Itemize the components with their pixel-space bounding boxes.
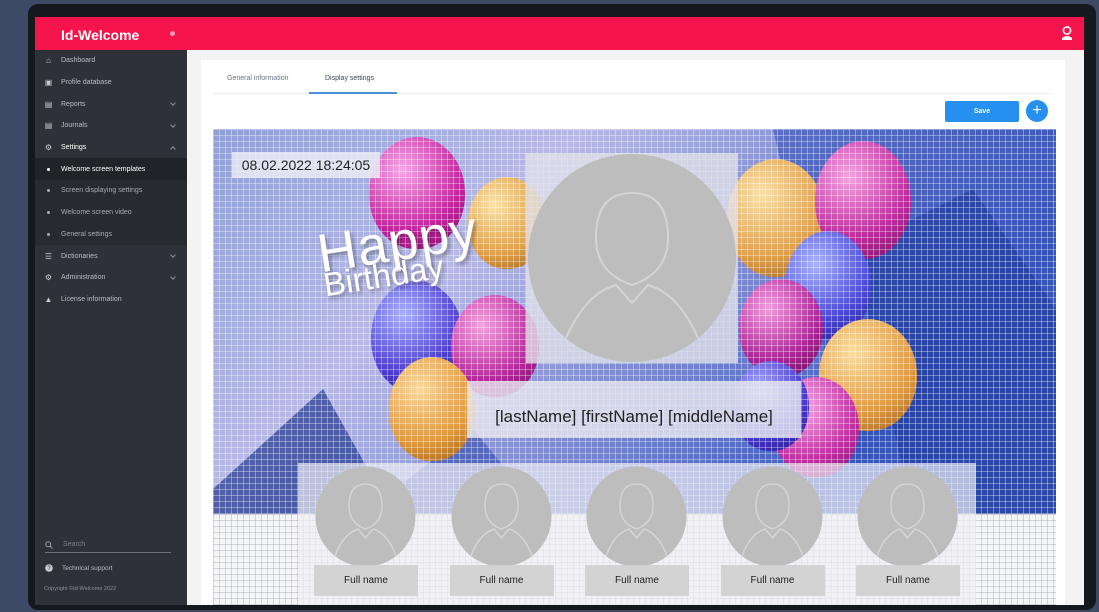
tab-display-settings[interactable]: Display settings: [325, 75, 374, 82]
search-icon: [45, 540, 53, 549]
home-icon: ⌂: [46, 56, 51, 66]
app-window: Id-Welcome ⌂ Dashboard ▣ Profile database ▤ R…: [35, 17, 1084, 605]
bullet-icon: [47, 211, 50, 215]
sidebar-item-journals[interactable]: ▤ Journals: [35, 115, 187, 137]
sidebar: ⌂ Dashboard ▣ Profile database ▤ Reports ▤ Jour…: [35, 50, 187, 605]
sidebar-item-license-information[interactable]: ▲ License information: [35, 289, 187, 311]
thumbnail-name-label[interactable]: Full name: [449, 565, 554, 596]
bullet-icon: [47, 232, 50, 236]
thumbnail-name-label[interactable]: Full name: [856, 565, 960, 596]
sidebar-item-label: Dictionaries: [61, 252, 98, 260]
technical-support-label: Technical support: [62, 564, 113, 572]
sidebar-item-label: Profile database: [61, 79, 112, 87]
tab-bar: General information Display settings: [213, 60, 1053, 94]
main-photo-placeholder[interactable]: [526, 153, 738, 363]
thumbnail-photo-placeholder[interactable]: [857, 466, 958, 567]
license-icon: ▲: [44, 294, 53, 304]
copyright-text: Copyright ©Id-Welcome 2022: [44, 586, 117, 592]
thumbnail-photo-placeholder[interactable]: [586, 466, 687, 567]
sidebar-item-label: License information: [61, 295, 122, 303]
sidebar-subitem-label: Welcome screen video: [61, 209, 132, 217]
thumbnail-photo-placeholder[interactable]: [315, 466, 416, 567]
sidebar-item-reports[interactable]: ▤ Reports: [35, 93, 187, 115]
search-input[interactable]: Search: [45, 537, 171, 553]
sidebar-item-label: Administration: [61, 274, 106, 282]
sidebar-item-administration[interactable]: ⚙ Administration: [35, 267, 187, 289]
template-canvas[interactable]: 08.02.2022 18:24:05 Happy Birthday [last…: [213, 129, 1056, 605]
sidebar-subitem-label: Welcome screen templates: [61, 165, 146, 173]
app-title[interactable]: Id-Welcome: [35, 17, 187, 50]
sidebar-subitem-screen-displaying-settings[interactable]: Screen displaying settings: [35, 180, 187, 202]
document-icon: ▤: [44, 99, 53, 109]
sidebar-toggle-dot-icon[interactable]: [170, 31, 175, 36]
add-button[interactable]: +: [1026, 100, 1048, 122]
nav-list: ⌂ Dashboard ▣ Profile database ▤ Reports ▤ Jour…: [35, 50, 187, 310]
chevron-down-icon: [170, 252, 176, 259]
sidebar-item-label: Dashboard: [61, 57, 96, 65]
bullet-icon: [47, 167, 50, 171]
document-icon: ▤: [44, 121, 53, 131]
thumbnail-photo-placeholder[interactable]: [451, 466, 552, 567]
chevron-down-icon: [170, 100, 176, 107]
bullet-icon: [47, 189, 50, 193]
save-button[interactable]: Save: [945, 101, 1019, 122]
sidebar-item-label: Reports: [61, 100, 86, 108]
chevron-up-icon: [170, 145, 176, 152]
thumbnail-name-label[interactable]: Full name: [585, 565, 689, 596]
thumbnail-name-label[interactable]: Full name: [314, 565, 418, 596]
sidebar-subitem-welcome-screen-video[interactable]: Welcome screen video: [35, 201, 187, 224]
sidebar-subitem-welcome-screen-templates[interactable]: Welcome screen templates: [35, 158, 187, 181]
chevron-down-icon: [170, 122, 176, 128]
help-icon: ?: [45, 564, 53, 572]
active-tab-indicator: [309, 92, 397, 94]
sidebar-item-dictionaries[interactable]: ☰ Dictionaries: [35, 245, 187, 267]
gear-icon: ⚙: [44, 143, 53, 153]
datetime-widget[interactable]: 08.02.2022 18:24:05: [232, 152, 380, 178]
search-placeholder: Search: [63, 541, 86, 548]
gear-icon: ⚙: [44, 273, 53, 283]
user-icon[interactable]: [1060, 26, 1074, 41]
technical-support-link[interactable]: ? Technical support: [45, 564, 113, 572]
thumbnail-name-label[interactable]: Full name: [720, 565, 825, 596]
main-content: General information Display settings Sav…: [201, 60, 1065, 605]
balloon-decoration: [389, 357, 475, 461]
full-name-widget[interactable]: [lastName] [firstName] [middleName]: [467, 381, 801, 438]
sidebar-item-dashboard[interactable]: ⌂ Dashboard: [35, 50, 187, 72]
list-icon: ☰: [44, 251, 53, 261]
id-card-icon: ▣: [44, 78, 53, 88]
chevron-down-icon: [170, 274, 176, 280]
sidebar-subitem-general-settings[interactable]: General settings: [35, 223, 187, 246]
sidebar-item-profile-database[interactable]: ▣ Profile database: [35, 72, 187, 94]
top-bar: Id-Welcome: [35, 17, 1084, 50]
sidebar-item-settings[interactable]: ⚙ Settings: [35, 137, 187, 159]
sidebar-subitem-label: General settings: [61, 230, 112, 238]
avatar-placeholder-icon: [528, 154, 736, 362]
thumbnail-photo-placeholder[interactable]: [722, 466, 823, 567]
sidebar-item-label: Journals: [61, 122, 88, 130]
tab-general-information[interactable]: General information: [227, 75, 288, 82]
sidebar-subitem-label: Screen displaying settings: [61, 187, 143, 195]
sidebar-item-label: Settings: [61, 144, 87, 152]
